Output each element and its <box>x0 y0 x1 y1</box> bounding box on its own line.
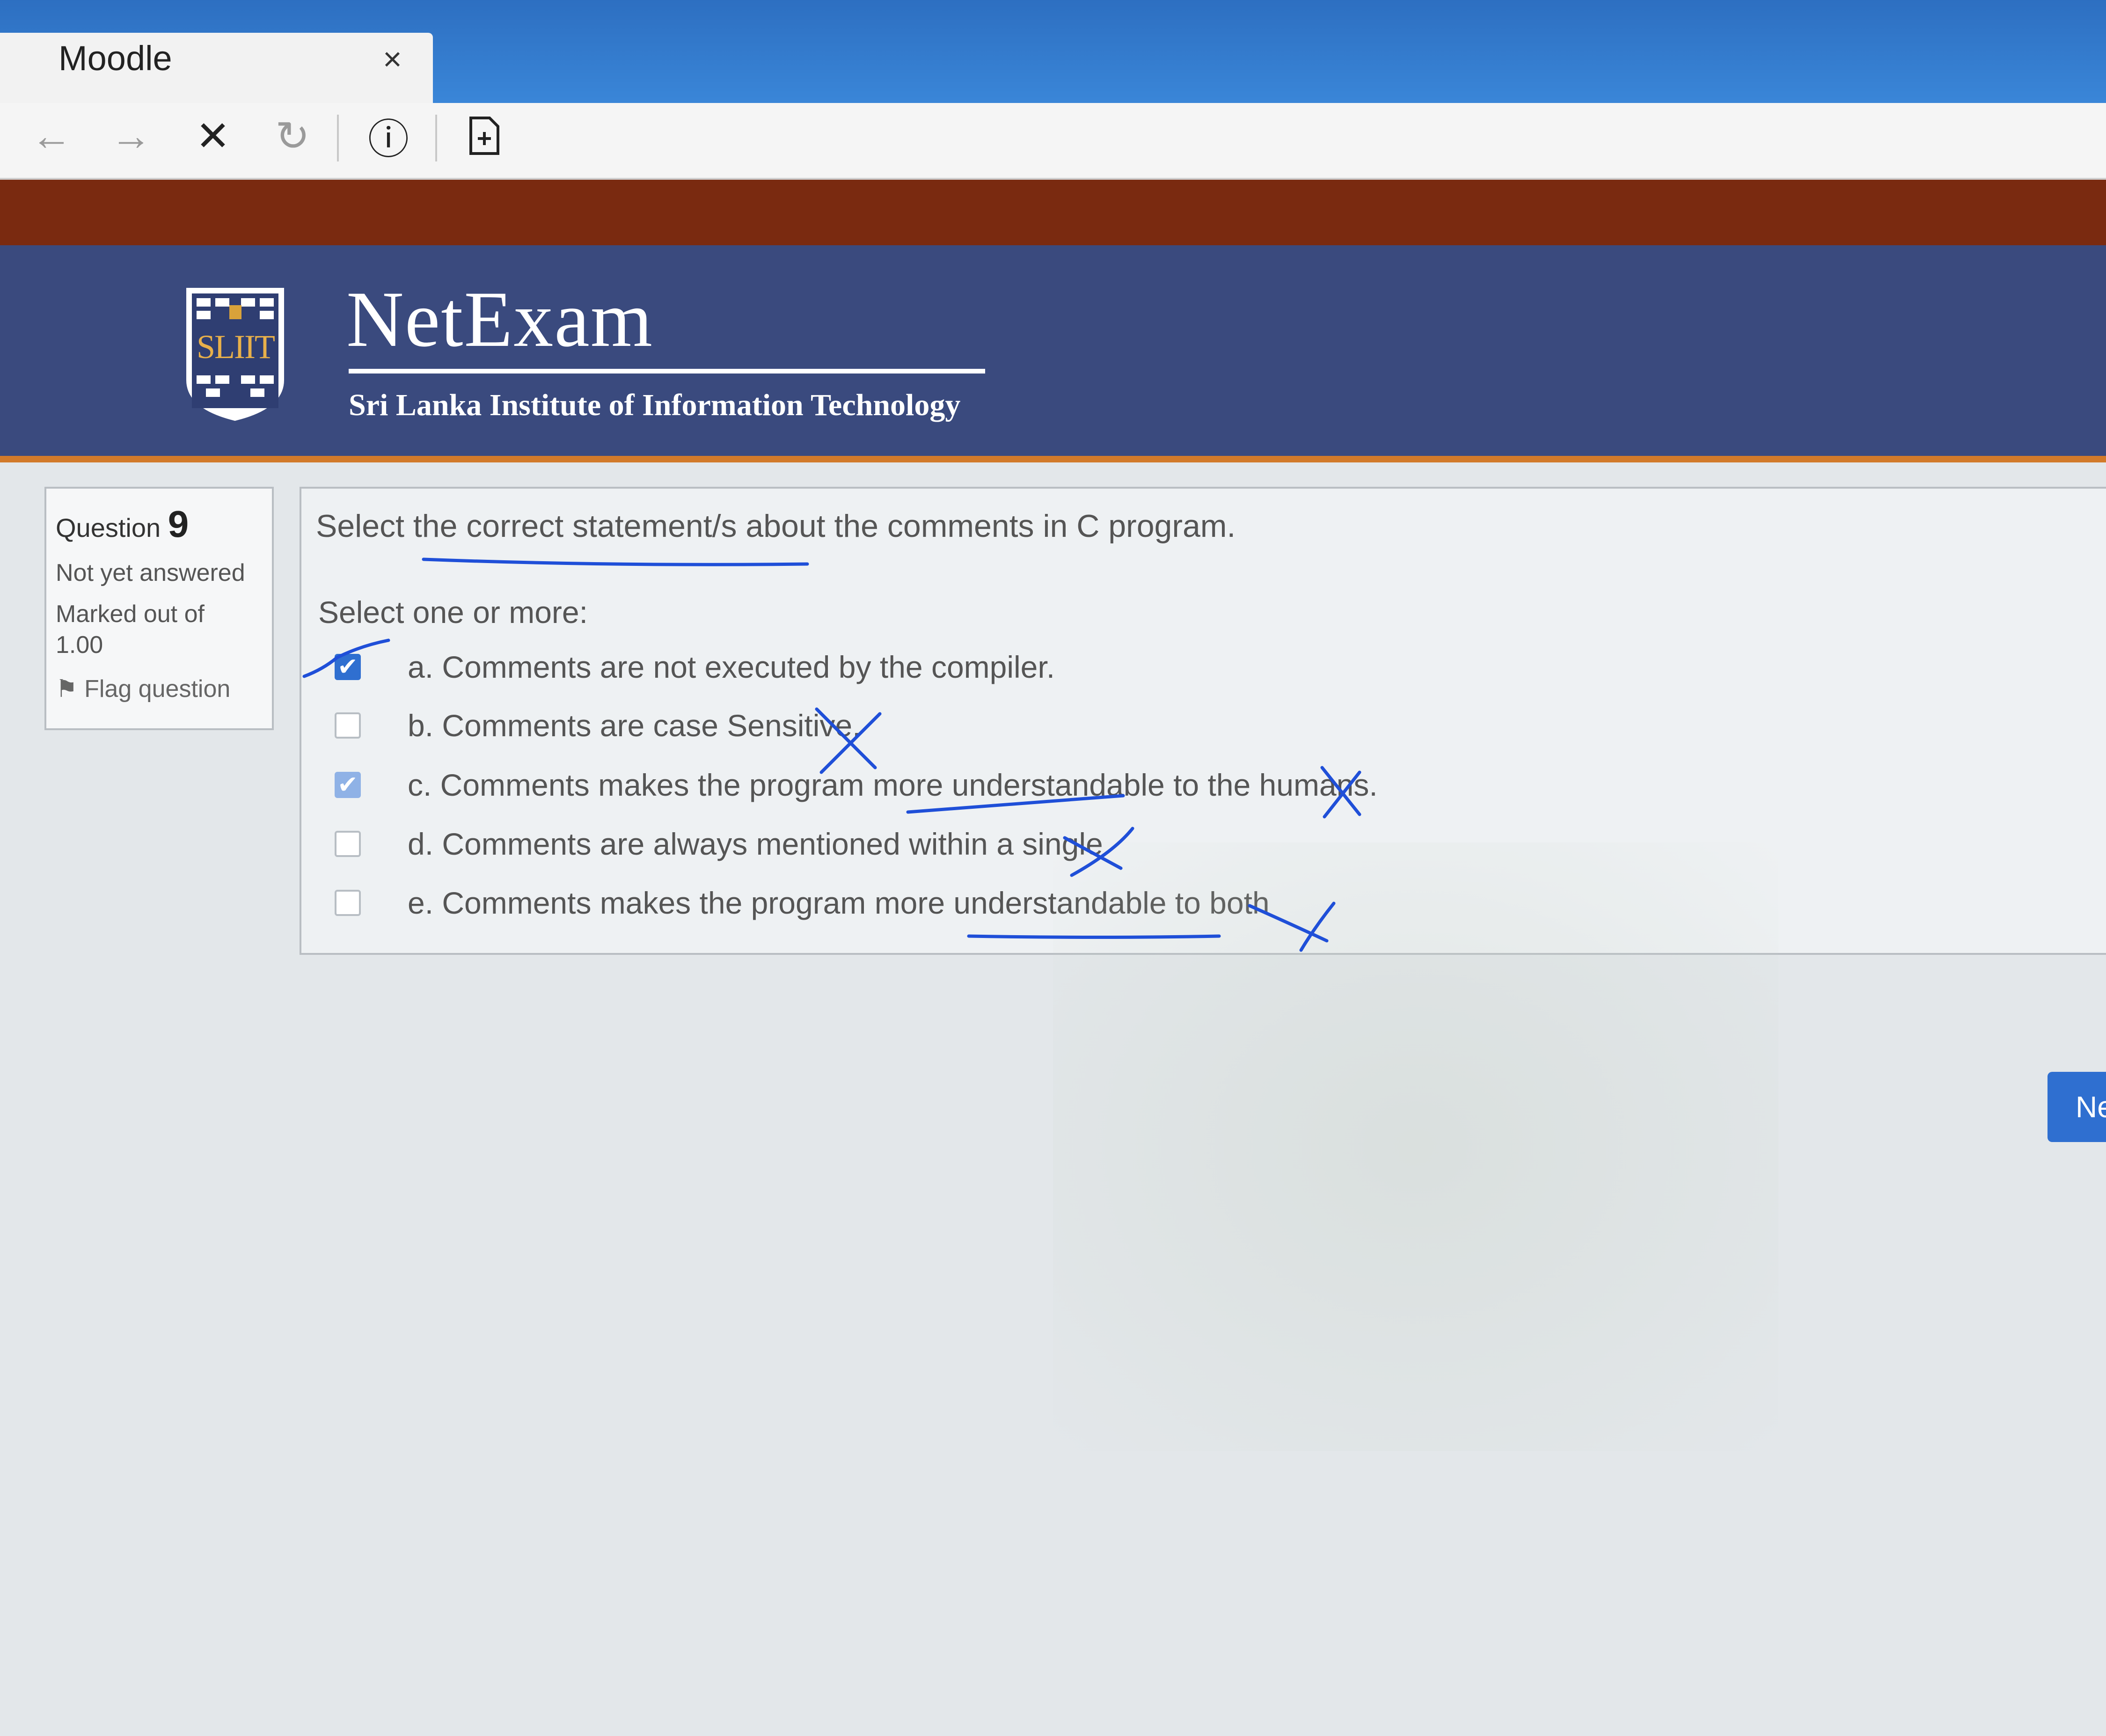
answer-label: e. Comments makes the program more under… <box>408 886 1270 920</box>
answer-option-a[interactable]: ✔ a. Comments are not executed by the co… <box>335 641 1055 693</box>
answer-option-e[interactable]: e. Comments makes the program more under… <box>335 877 1270 929</box>
flag-question-label: Flag question <box>84 675 231 703</box>
question-status: Not yet answered <box>56 559 245 586</box>
answer-label: c. Comments makes the program more under… <box>408 768 1378 802</box>
question-info-panel: Question 9 Not yet answered Marked out o… <box>44 487 274 730</box>
answer-checkbox[interactable] <box>335 890 361 916</box>
header-strip <box>0 180 2106 245</box>
screen: Moodle × ← → ✕ ↻ ⓘ SLIIT NetExam Sri Lan… <box>0 0 2106 1736</box>
answer-checkbox[interactable]: ✔ <box>335 771 361 798</box>
brand-subtitle: Sri Lanka Institute of Information Techn… <box>349 388 961 422</box>
brand-divider <box>349 369 985 374</box>
reload-icon[interactable]: ↻ <box>267 110 318 161</box>
tab-title: Moodle <box>58 39 172 78</box>
tab-close-icon[interactable]: × <box>383 40 402 78</box>
answer-checkbox[interactable]: ✔ <box>335 653 361 681</box>
stop-icon[interactable]: ✕ <box>187 110 239 161</box>
marked-out-of-label: Marked out of <box>56 601 205 628</box>
answer-prompt: Select one or more: <box>318 595 588 630</box>
question-text: Select the correct statement/s about the… <box>316 508 1236 544</box>
netexam-banner <box>0 245 2106 462</box>
page-icon[interactable] <box>459 110 510 161</box>
logo-text: SLIIT <box>197 328 275 366</box>
answer-option-d[interactable]: d. Comments are always mentioned within … <box>335 818 1103 870</box>
answer-checkbox[interactable] <box>335 712 361 739</box>
answer-option-c[interactable]: ✔ c. Comments makes the program more und… <box>335 759 1378 811</box>
question-label: Question <box>56 513 161 542</box>
next-page-button[interactable]: Ne <box>2048 1072 2106 1142</box>
answer-option-b[interactable]: b. Comments are case Sensitive. <box>335 700 861 751</box>
marked-out-of-value: 1.00 <box>56 631 103 659</box>
answer-checkbox[interactable] <box>335 831 361 857</box>
back-icon[interactable]: ← <box>26 110 77 161</box>
brand-title: NetExam <box>346 275 653 363</box>
answer-label: b. Comments are case Sensitive. <box>408 708 861 743</box>
flag-question-link[interactable]: ⚑ Flag question <box>56 675 263 703</box>
flag-icon: ⚑ <box>56 675 78 703</box>
question-number: 9 <box>168 503 189 545</box>
answer-label: a. Comments are not executed by the comp… <box>408 650 1055 684</box>
toolbar-separator <box>337 115 339 161</box>
toolbar-separator <box>435 115 437 161</box>
forward-icon[interactable]: → <box>105 110 157 161</box>
answer-label: d. Comments are always mentioned within … <box>408 827 1103 861</box>
question-number-label: Question 9 <box>56 503 263 546</box>
site-info-icon[interactable]: ⓘ <box>363 110 414 162</box>
